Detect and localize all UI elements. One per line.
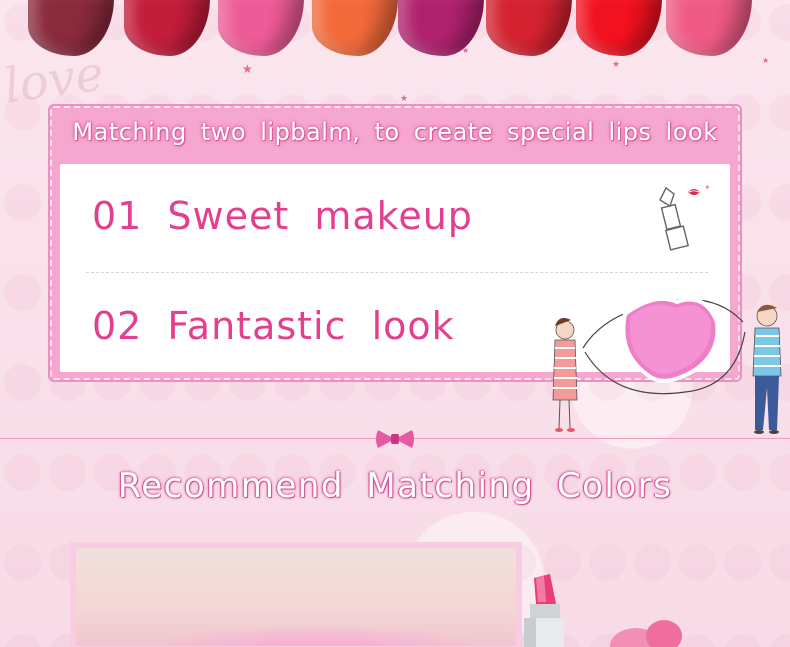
star-icon: ★ [400, 94, 409, 104]
lipstick-bullet [218, 0, 304, 56]
lipstick-bullet [486, 0, 572, 56]
lipstick-bullet [576, 0, 662, 56]
lipstick-bullet [398, 0, 484, 56]
card-title: Matching two lipbalm, to create special … [72, 118, 718, 146]
lip-photo-frame [70, 542, 522, 647]
bow-icon [376, 430, 414, 448]
couple-heart-illustration [552, 297, 782, 434]
lipstick-bullet [312, 0, 398, 56]
lip-photo [76, 548, 516, 646]
star-icon: ★ [762, 56, 770, 65]
list-item-sweet-makeup: 01 Sweet makeup [92, 194, 473, 238]
svg-text:✦: ✦ [704, 183, 711, 192]
star-icon: ★ [242, 62, 253, 76]
lipstick-bullet [666, 0, 752, 56]
lipstick-bullet [124, 0, 210, 56]
section-title: Recommend Matching Colors [117, 466, 673, 506]
star-icon: ★ [462, 46, 470, 55]
lipstick-bullet [28, 0, 114, 56]
star-icon: ★ [612, 60, 621, 70]
list-item-fantastic-look: 02 Fantastic look [92, 304, 455, 348]
dashed-divider [86, 272, 708, 273]
lipstick-icon: ✦ [659, 183, 711, 251]
lipstick-row-banner [0, 0, 790, 62]
lipstick-product-icon [524, 574, 682, 647]
